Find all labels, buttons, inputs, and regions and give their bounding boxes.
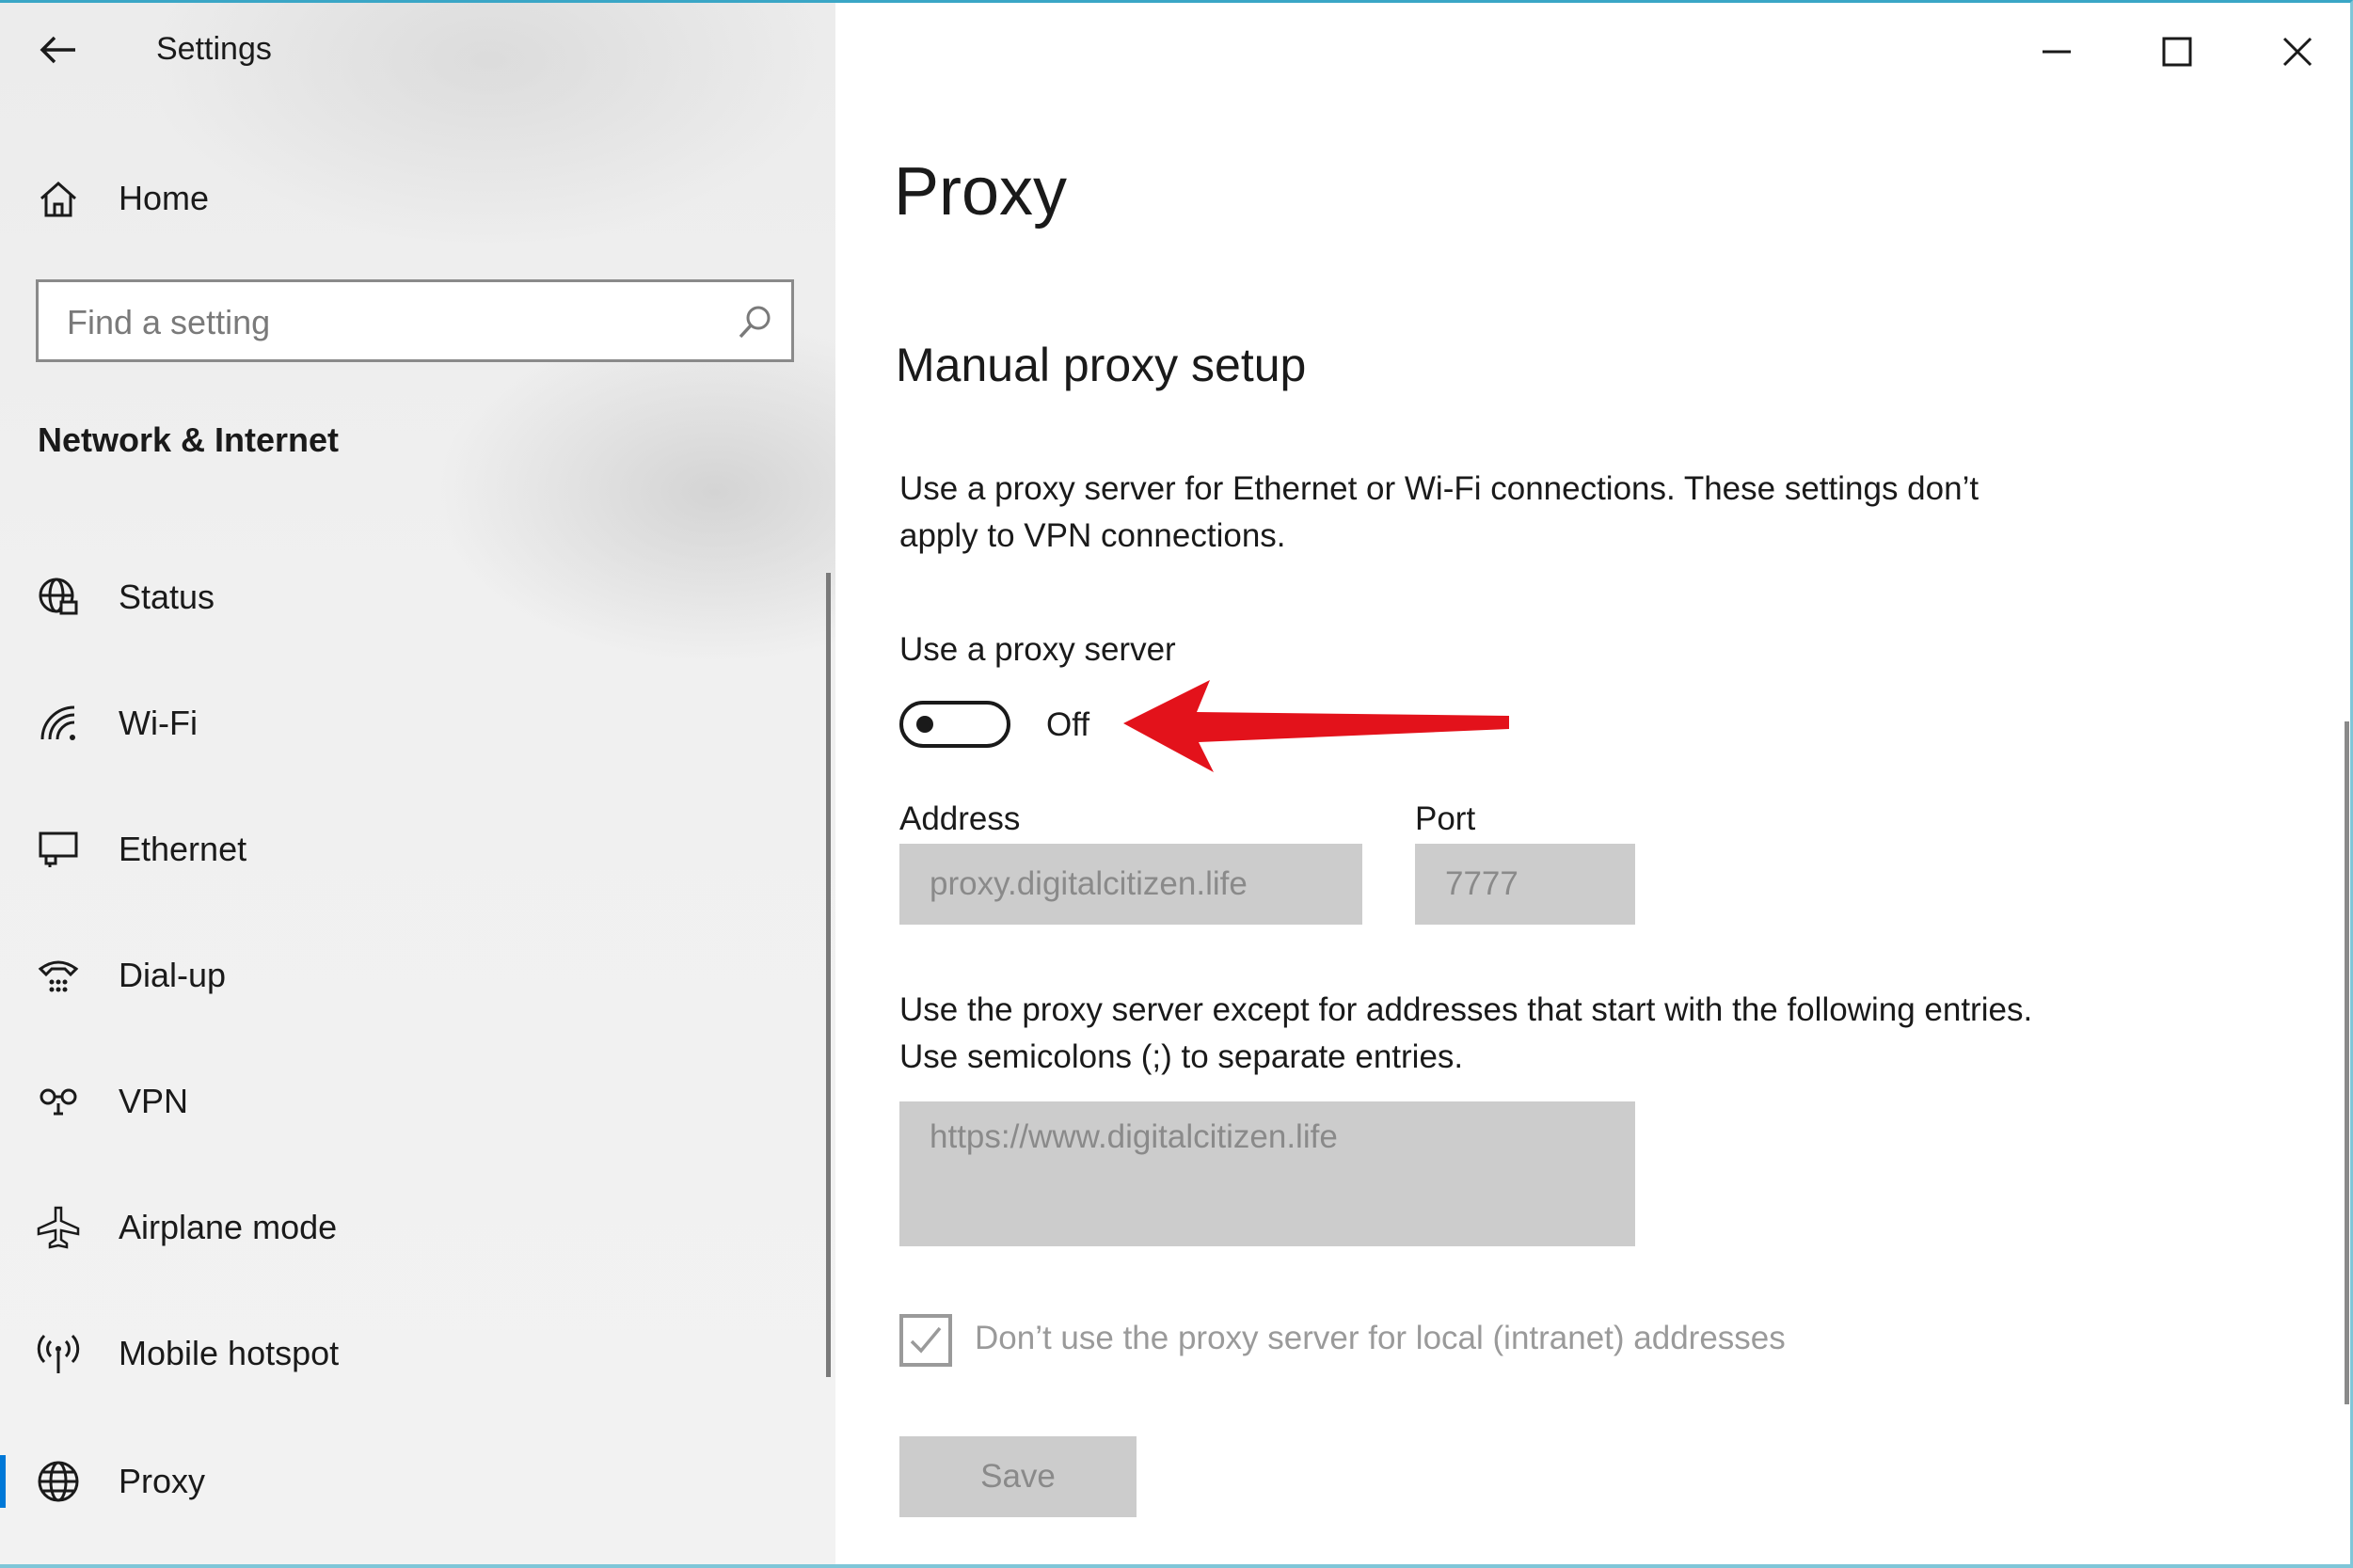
local-bypass-checkbox[interactable] [899,1314,952,1367]
section-heading: Network & Internet [38,420,340,459]
use-proxy-label: Use a proxy server [899,631,1176,668]
maximize-button[interactable] [2139,24,2215,80]
page-title: Proxy [894,154,1068,230]
sidebar-item-label: Dial-up [119,956,227,994]
hotspot-icon [34,1329,83,1378]
port-label: Port [1415,800,1476,837]
section-title: Manual proxy setup [896,339,1307,391]
sidebar-item-label: Mobile hotspot [119,1334,340,1372]
main-content: Proxy Manual proxy setup Use a proxy ser… [835,3,2350,1564]
sidebar-item-label: Airplane mode [119,1208,338,1246]
back-arrow-icon [40,36,75,64]
sidebar-scrollbar[interactable] [826,573,831,1377]
close-icon [2282,37,2313,67]
sidebar-item-status[interactable]: Status [0,552,835,642]
minimize-icon [2043,50,2071,54]
sidebar-item-label: Home [119,179,210,217]
search-input[interactable] [65,293,727,352]
sidebar-item-home[interactable]: Home [0,153,835,244]
sidebar-item-label: Proxy [119,1462,206,1500]
sidebar-item-label: Ethernet [119,830,247,868]
ethernet-icon [34,825,83,874]
local-bypass-label: Don’t use the proxy server for local (in… [975,1320,1786,1356]
close-button[interactable] [2260,24,2335,80]
maximize-icon [2162,37,2192,67]
sidebar-item-wifi[interactable]: Wi-Fi [0,678,835,768]
selection-indicator [0,1455,6,1508]
address-label: Address [899,800,1021,837]
sidebar-item-mobile-hotspot[interactable]: Mobile hotspot [0,1308,835,1399]
sidebar-item-label: Wi-Fi [119,704,198,742]
content-scrollbar[interactable] [2345,721,2349,1404]
vpn-icon [34,1077,83,1126]
use-proxy-toggle[interactable] [899,701,1010,748]
search-icon[interactable] [737,303,774,341]
address-input[interactable] [899,844,1362,925]
sidebar-item-ethernet[interactable]: Ethernet [0,804,835,895]
port-input[interactable] [1415,844,1635,925]
sidebar-item-vpn[interactable]: VPN [0,1056,835,1147]
back-button[interactable] [34,29,83,71]
annotation-arrow-icon [1123,680,1509,772]
dialup-icon [34,951,83,1000]
minimize-button[interactable] [2019,24,2094,80]
sidebar-item-airplane[interactable]: Airplane mode [0,1182,835,1273]
sidebar-item-label: VPN [119,1082,189,1120]
airplane-icon [34,1203,83,1252]
settings-window: Settings Home Network & Internet [0,0,2353,1568]
search-box[interactable] [36,279,794,362]
sidebar-item-dialup[interactable]: Dial-up [0,930,835,1021]
wifi-icon [34,699,83,748]
status-globe-icon [34,573,83,622]
checkmark-icon [910,1326,942,1354]
save-button[interactable]: Save [899,1436,1137,1517]
toggle-state-text: Off [1046,706,1090,743]
proxy-description: Use a proxy server for Ethernet or Wi-Fi… [899,470,1979,554]
globe-icon [34,1457,83,1506]
exceptions-textarea[interactable]: https://www.digitalcitizen.life [899,1101,1635,1246]
sidebar: Settings Home Network & Internet [0,3,835,1564]
sidebar-item-label: Status [119,578,215,616]
window-title: Settings [156,31,272,67]
toggle-knob [916,716,933,733]
exceptions-description: Use the proxy server except for addresse… [899,991,2033,1075]
sidebar-item-proxy[interactable]: Proxy [0,1436,835,1527]
home-icon [34,174,83,223]
